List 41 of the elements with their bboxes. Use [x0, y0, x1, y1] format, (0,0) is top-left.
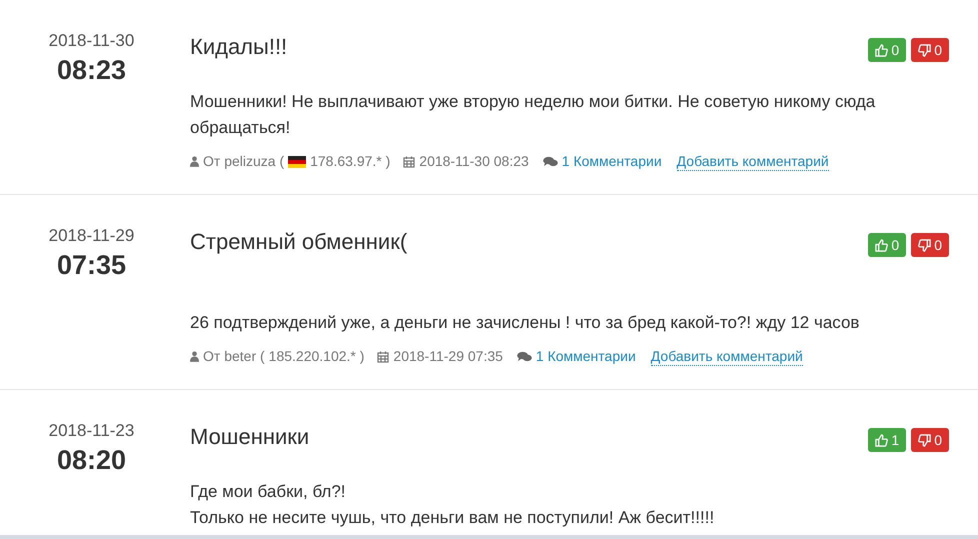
- review-title: Кидалы!!!: [190, 33, 288, 61]
- author-label: От beter (: [203, 347, 265, 366]
- review-title: Мошенники: [190, 423, 310, 451]
- author-label: От pelizuza (: [203, 152, 284, 171]
- dislike-button[interactable]: 0: [911, 233, 949, 257]
- review-text: 26 подтверждений уже, а деньги не зачислены ! что за бред какой-то?! жду 12 часов: [190, 312, 860, 334]
- post-datetime: 2018-11-30 08:23: [419, 152, 529, 171]
- add-comment-link[interactable]: Добавить комментарий: [676, 152, 829, 170]
- post-datetime: 2018-11-29 07:35: [393, 347, 503, 366]
- review-text: Только не несите чушь, что деньги вам не поступили! Аж бесит!!!!!: [190, 507, 716, 529]
- thumbs-up-icon: [875, 238, 888, 252]
- comments-link[interactable]: 1 Комментарии: [562, 151, 662, 172]
- comments-icon: [516, 351, 532, 362]
- calendar-icon: [377, 350, 390, 362]
- user-icon: [190, 156, 199, 167]
- user-icon: [190, 351, 199, 362]
- review-time: 08:23: [56, 54, 126, 87]
- calendar-icon: [403, 156, 416, 168]
- add-comment-link[interactable]: Добавить комментарий: [650, 348, 803, 366]
- ip-address: 185.220.102.* ): [268, 347, 364, 366]
- thumbs-down-icon: [918, 44, 932, 56]
- review-date: 2018-11-30: [48, 30, 134, 52]
- review-text: Где мои бабки, бл?!: [190, 481, 347, 503]
- review-title: Стремный обменник(: [190, 228, 408, 256]
- thumbs-down-icon: [918, 434, 932, 446]
- review-date: 2018-11-29: [48, 225, 134, 247]
- review-time: 08:20: [56, 444, 126, 477]
- like-button[interactable]: 0: [868, 233, 906, 257]
- ip-address: 178.63.97.* ): [310, 152, 390, 171]
- review-text: Мошенники! Не выплачивают уже вторую неделю мои битки. Не советую никому сюда обращаться!: [190, 91, 876, 139]
- dislike-button[interactable]: 0: [911, 38, 949, 62]
- dislike-button[interactable]: 0: [911, 428, 949, 452]
- like-button[interactable]: 1: [868, 428, 906, 452]
- comments-link[interactable]: 1 Комментарии: [536, 346, 636, 367]
- review-date: 2018-11-23: [48, 420, 134, 442]
- like-button[interactable]: 0: [868, 38, 906, 62]
- comments-icon: [542, 156, 558, 167]
- thumbs-up-icon: [875, 44, 888, 56]
- thumbs-down-icon: [918, 238, 932, 252]
- thumbs-up-icon: [875, 434, 888, 446]
- review-time: 07:35: [56, 249, 126, 282]
